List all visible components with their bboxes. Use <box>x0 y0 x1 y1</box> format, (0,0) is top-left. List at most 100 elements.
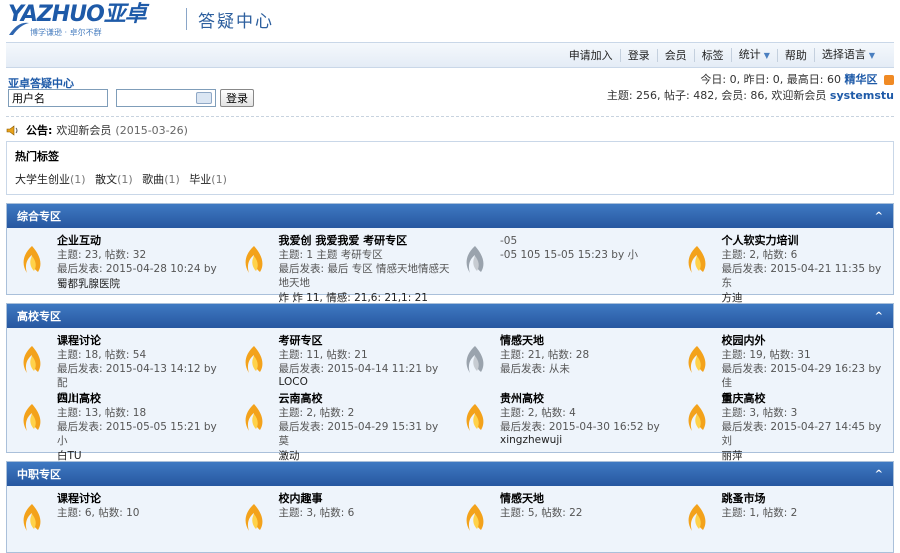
board-new-posts-icon <box>462 402 488 434</box>
board-name[interactable]: 重庆高校 <box>722 392 894 406</box>
announcement-text[interactable]: 欢迎新会员 <box>56 122 111 138</box>
tag-count: (1) <box>164 173 180 186</box>
board-counts: 主题: 11, 帖数: 21 <box>278 349 368 361</box>
board-name[interactable]: 四川高校 <box>57 392 229 406</box>
section-header[interactable]: 综合专区 ^ <box>7 204 893 228</box>
board-name[interactable]: 情感天地 <box>500 334 672 348</box>
section-header[interactable]: 中职专区 ^ <box>7 462 893 486</box>
board-last-post: 最后发表: 2015-04-14 11:21 by <box>278 363 439 375</box>
tag-name: 毕业 <box>189 173 212 186</box>
board-name[interactable]: 贵州高校 <box>500 392 672 406</box>
announcement-label: 公告: <box>26 124 53 137</box>
board-last-author[interactable]: LOCO <box>279 376 451 388</box>
logo-swoosh-icon <box>9 22 29 35</box>
board-last-author[interactable]: 激动 <box>279 448 451 463</box>
forum-section: 高校专区 ^ 课程讨论 主题: 18, 帖数: 54 最后发表: 2015-04-13 … <box>6 303 894 462</box>
forum-row: 企业互动 主题: 23, 帖数: 32 最后发表: 2015-04-28 10:24… <box>7 232 894 304</box>
logo-slogan: 博学谦逊 · 卓尔不群 <box>30 28 102 37</box>
nav-stats[interactable]: 统计 ▼ <box>730 48 777 62</box>
site-title: 答疑中心 <box>198 12 274 32</box>
board-new-posts-icon <box>241 502 267 534</box>
board-new-posts-icon <box>462 502 488 534</box>
forum-board: 我爱创 我爱我爱 考研专区 主题: 1 主题 考研专区 最后发表: 最后 专区 情感… <box>229 232 451 304</box>
forum-row: 四川高校 主题: 13, 帖数: 18 最后发表: 2015-05-05 15:21… <box>7 390 894 462</box>
board-counts: 主题: 1 主题 考研专区 <box>278 249 383 261</box>
board-name[interactable]: 校内趣事 <box>279 492 451 506</box>
board-name[interactable]: 情感天地 <box>500 492 672 506</box>
forum-stats: 今日: 0, 昨日: 0, 最高日: 60 精华区 主题: 256, 帖子: 4… <box>607 72 894 104</box>
board-name[interactable]: 云南高校 <box>279 392 451 406</box>
tag-item[interactable]: 大学生创业(1) <box>15 173 86 186</box>
section-body: 课程讨论 主题: 6, 帖数: 10 校内趣事 主题: 3, 帖数: 6 情感天地 主题:… <box>7 486 893 552</box>
digest-link[interactable]: 精华区 <box>845 73 878 86</box>
nav-tags[interactable]: 标签 <box>693 48 731 62</box>
tag-item[interactable]: 毕业(1) <box>189 173 227 186</box>
board-last-author[interactable]: 蜀都乳腺医院 <box>57 276 229 291</box>
section-body: 课程讨论 主题: 18, 帖数: 54 最后发表: 2015-04-13 14:12… <box>7 328 894 462</box>
board-last-author[interactable]: 方迪 <box>722 290 894 305</box>
username-input[interactable] <box>8 89 108 107</box>
board-last-author[interactable]: 白TU <box>57 448 229 463</box>
section-title[interactable]: 高校专区 <box>17 308 61 324</box>
new-member-link[interactable]: systemstu <box>830 89 894 102</box>
board-last-author[interactable]: xingzhewuji <box>500 434 672 446</box>
hot-tags-list: 大学生创业(1) 散文(1) 歌曲(1) 毕业(1) <box>15 171 885 187</box>
forum-board: 课程讨论 主题: 6, 帖数: 10 <box>7 490 229 548</box>
chevron-down-icon: ▼ <box>868 51 875 60</box>
board-counts: 主题: 19, 帖数: 31 <box>721 349 811 361</box>
board-last-author[interactable]: 炸 炸 11, 情感: 21,6: 21,1: 21 <box>279 290 451 305</box>
forum-board: -05 -05 105 15-05 15:23 by 小 <box>450 232 672 290</box>
login-form: 登录 <box>8 89 254 107</box>
board-counts: 主题: 18, 帖数: 54 <box>57 349 147 361</box>
nav-login[interactable]: 登录 <box>619 48 657 62</box>
board-counts: 主题: 5, 帖数: 22 <box>500 507 583 519</box>
keyboard-icon[interactable] <box>196 92 212 104</box>
board-counts: 主题: 1, 帖数: 2 <box>721 507 798 519</box>
nav-members[interactable]: 会员 <box>656 48 694 62</box>
nav-language[interactable]: 选择语言 ▼ <box>813 48 882 62</box>
section-header[interactable]: 高校专区 ^ <box>7 304 893 328</box>
board-last-post: 最后发表: 从未 <box>500 363 570 375</box>
collapse-icon[interactable]: ^ <box>875 211 883 222</box>
board-counts: -05 <box>500 235 518 247</box>
forum-board: 重庆高校 主题: 3, 帖数: 3 最后发表: 2015-04-27 14:45 b… <box>672 390 894 462</box>
login-button[interactable]: 登录 <box>220 89 254 107</box>
board-counts: 主题: 21, 帖数: 28 <box>500 349 590 361</box>
nav-help[interactable]: 帮助 <box>776 48 814 62</box>
board-new-posts-icon <box>241 244 267 276</box>
collapse-icon[interactable]: ^ <box>875 469 883 480</box>
board-name[interactable]: 考研专区 <box>279 334 451 348</box>
board-no-posts-icon <box>462 344 488 376</box>
section-title[interactable]: 综合专区 <box>17 208 61 224</box>
board-name[interactable]: 课程讨论 <box>57 492 229 506</box>
board-name[interactable]: 我爱创 我爱我爱 考研专区 <box>279 234 451 248</box>
board-last-author[interactable]: 丽萍 <box>722 448 894 463</box>
board-name[interactable]: 课程讨论 <box>57 334 229 348</box>
collapse-icon[interactable]: ^ <box>875 311 883 322</box>
board-counts: 主题: 3, 帖数: 3 <box>721 407 798 419</box>
top-nav: 申请加入 登录 会员 标签 统计 ▼ 帮助 选择语言 ▼ <box>6 42 894 68</box>
hot-tags-box: 热门标签 大学生创业(1) 散文(1) 歌曲(1) 毕业(1) <box>6 141 894 195</box>
section-body: 企业互动 主题: 23, 帖数: 32 最后发表: 2015-04-28 10:24… <box>7 228 894 304</box>
forum-section: 中职专区 ^ 课程讨论 主题: 6, 帖数: 10 校内趣事 主题: 3, 帖数: 6 情感… <box>6 461 894 553</box>
board-name[interactable]: 跳蚤市场 <box>722 492 894 506</box>
tag-count: (1) <box>117 173 133 186</box>
section-title[interactable]: 中职专区 <box>17 466 61 482</box>
nav-register[interactable]: 申请加入 <box>562 49 620 62</box>
forum-board: 情感天地 主题: 21, 帖数: 28 最后发表: 从未 <box>450 332 672 390</box>
board-new-posts-icon <box>684 244 710 276</box>
board-name[interactable]: 校园内外 <box>722 334 894 348</box>
board-last-post: 最后发表: 2015-04-30 16:52 by <box>500 421 660 433</box>
board-last-post: 最后发表: 2015-04-27 14:45 by 刘 <box>721 421 882 447</box>
board-new-posts-icon <box>19 502 45 534</box>
board-name[interactable]: 个人软实力培训 <box>722 234 894 248</box>
tag-item[interactable]: 散文(1) <box>95 173 133 186</box>
board-new-posts-icon <box>684 344 710 376</box>
forum-board: 校内趣事 主题: 3, 帖数: 6 <box>229 490 451 548</box>
divider <box>6 116 894 117</box>
board-name[interactable]: 企业互动 <box>57 234 229 248</box>
rss-icon[interactable] <box>884 75 894 85</box>
board-new-posts-icon <box>241 402 267 434</box>
site-logo[interactable]: YAZHUO亚卓 博学谦逊 · 卓尔不群 <box>8 4 178 38</box>
tag-item[interactable]: 歌曲(1) <box>142 173 180 186</box>
